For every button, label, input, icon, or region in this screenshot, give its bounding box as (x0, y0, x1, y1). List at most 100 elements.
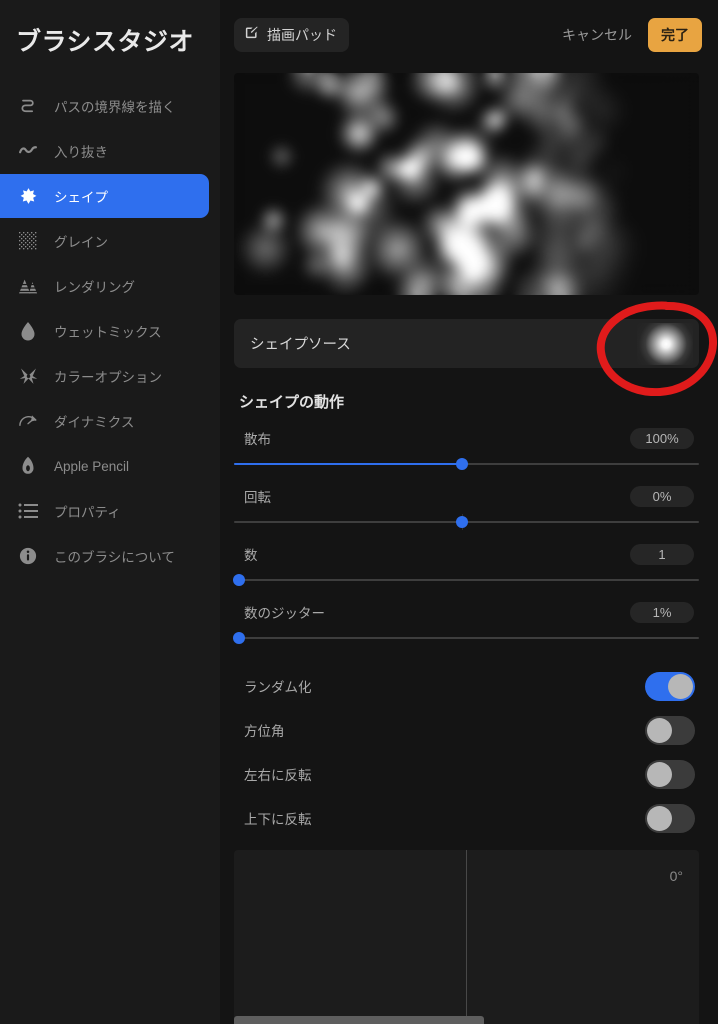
sidebar-item-label: ダイナミクス (54, 415, 135, 430)
shape-behavior-sliders: 散布 100% 回転 0% 数 1 数のジッター 1% (232, 426, 699, 646)
brush-preview-canvas (234, 73, 699, 295)
sidebar-item-3[interactable]: グレイン (0, 219, 209, 263)
sidebar-item-5[interactable]: ウェットミックス (0, 309, 209, 353)
toggle-switch[interactable] (645, 759, 695, 789)
toggle-label: 上下に反転 (244, 812, 312, 827)
shape-source-row[interactable]: シェイプソース (234, 319, 699, 368)
properties-icon (16, 499, 40, 523)
sidebar-item-label: プロパティ (54, 505, 121, 520)
brush-studio-window: ブラシスタジオ パスの境界線を描く 入り抜きシェイプグレインレンダリングウェットミ… (0, 0, 718, 1024)
slider-thumb[interactable] (232, 574, 245, 586)
brush-preview[interactable] (234, 73, 699, 295)
toggle-switch[interactable] (645, 715, 695, 745)
toggle-row-2: 左右に反転 (234, 752, 699, 796)
dynamics-icon (16, 409, 40, 433)
sidebar-item-label: Apple Pencil (54, 458, 130, 474)
angle-dial[interactable]: 0° (234, 850, 699, 1024)
header-actions: キャンセル 完了 (562, 18, 702, 52)
slider-track-wrap[interactable] (234, 456, 699, 472)
shape-behavior-heading: シェイプの動作 (239, 394, 345, 411)
slider-track-wrap[interactable] (234, 514, 699, 530)
slider-value[interactable]: 100% (630, 427, 694, 449)
taper-icon (16, 139, 40, 163)
slider-block-3: 数のジッター 1% (232, 600, 699, 646)
slider-track (234, 579, 699, 581)
shape-behavior-toggles: ランダム化方位角左右に反転上下に反転 (234, 664, 699, 840)
sidebar-item-10[interactable]: このブラシについて (0, 534, 209, 578)
main-panel: 描画パッド キャンセル 完了 シェイプソース シェイプの動作 散布 100% 回転 0… (220, 0, 718, 1024)
slider-header: 数のジッター 1% (234, 600, 699, 624)
sidebar-item-label: カラーオプション (54, 370, 162, 385)
sidebar-item-2[interactable]: シェイプ (0, 174, 209, 218)
shape-source-thumbnail[interactable] (637, 322, 693, 365)
toggle-switch[interactable] (645, 671, 695, 701)
stroke-path-icon (16, 94, 40, 118)
slider-fill (234, 463, 462, 465)
slider-label: 回転 (244, 490, 271, 505)
main-header: 描画パッド キャンセル 完了 (220, 0, 718, 70)
rendering-icon (16, 274, 40, 298)
slider-track-wrap[interactable] (232, 572, 699, 588)
toggle-row-0: ランダム化 (234, 664, 699, 708)
slider-value[interactable]: 1% (630, 601, 694, 623)
bottom-scrub-bar[interactable] (234, 1016, 484, 1024)
sidebar-item-1[interactable]: 入り抜き (0, 129, 209, 173)
sidebar-item-8[interactable]: Apple Pencil (0, 444, 209, 488)
sidebar-item-label: ウェットミックス (54, 325, 162, 340)
drawing-pad-label: 描画パッド (267, 27, 337, 43)
slider-block-2: 数1 (232, 542, 699, 588)
slider-label: 数のジッター (244, 606, 325, 621)
toggle-switch[interactable] (645, 803, 695, 833)
slider-header: 数1 (234, 542, 699, 566)
sidebar-list: パスの境界線を描く 入り抜きシェイプグレインレンダリングウェットミックス カラーオプ… (0, 84, 220, 578)
toggle-row-1: 方位角 (234, 708, 699, 752)
toggle-knob (668, 673, 693, 699)
drawing-pad-button[interactable]: 描画パッド (234, 18, 349, 52)
slider-thumb[interactable] (455, 458, 468, 470)
about-info-icon (16, 544, 40, 568)
slider-label: 数 (244, 548, 258, 563)
shape-source-label: シェイプソース (250, 337, 351, 353)
sidebar-item-label: パスの境界線を描く (54, 100, 176, 115)
sidebar-item-label: シェイプ (54, 190, 108, 205)
slider-track-wrap[interactable] (232, 630, 699, 646)
pencil-square-icon (244, 25, 259, 45)
toggle-row-3: 上下に反転 (234, 796, 699, 840)
toggle-knob (647, 761, 672, 787)
toggle-label: 左右に反転 (244, 768, 312, 783)
page-title: ブラシスタジオ (16, 28, 195, 56)
apple-pencil-icon (16, 454, 40, 478)
slider-block-1: 回転 0% (234, 484, 699, 530)
slider-block-0: 散布 100% (234, 426, 699, 472)
toggle-label: 方位角 (244, 724, 285, 739)
wet-mix-icon (16, 319, 40, 343)
slider-label: 散布 (244, 432, 271, 447)
cancel-button[interactable]: キャンセル (562, 25, 632, 45)
slider-value[interactable]: 0% (630, 485, 694, 507)
angle-dial-handle[interactable] (234, 850, 699, 1024)
sidebar-item-label: グレイン (54, 235, 108, 250)
slider-thumb[interactable] (232, 632, 245, 644)
grain-icon (16, 229, 40, 253)
shape-icon (16, 184, 40, 208)
sidebar-item-0[interactable]: パスの境界線を描く (0, 84, 209, 128)
toggle-knob (647, 805, 672, 831)
sidebar-item-label: レンダリング (54, 280, 135, 295)
color-options-icon (16, 364, 40, 388)
toggle-knob (647, 717, 672, 743)
slider-header: 回転 0% (234, 484, 699, 508)
slider-header: 散布 100% (234, 426, 699, 450)
sidebar-item-6[interactable]: カラーオプション (0, 354, 209, 398)
slider-thumb[interactable] (455, 516, 468, 528)
slider-value[interactable]: 1 (630, 543, 694, 565)
done-button[interactable]: 完了 (648, 18, 702, 52)
sidebar-item-7[interactable]: ダイナミクス (0, 399, 209, 443)
sidebar-item-label: 入り抜き (54, 145, 108, 160)
sidebar: ブラシスタジオ パスの境界線を描く 入り抜きシェイプグレインレンダリングウェットミ… (0, 0, 220, 1024)
sidebar-item-9[interactable]: プロパティ (0, 489, 209, 533)
toggle-label: ランダム化 (244, 680, 312, 695)
slider-track (234, 637, 699, 639)
angle-value-label: 0° (669, 868, 683, 884)
sidebar-item-label: このブラシについて (54, 550, 175, 565)
sidebar-item-4[interactable]: レンダリング (0, 264, 209, 308)
